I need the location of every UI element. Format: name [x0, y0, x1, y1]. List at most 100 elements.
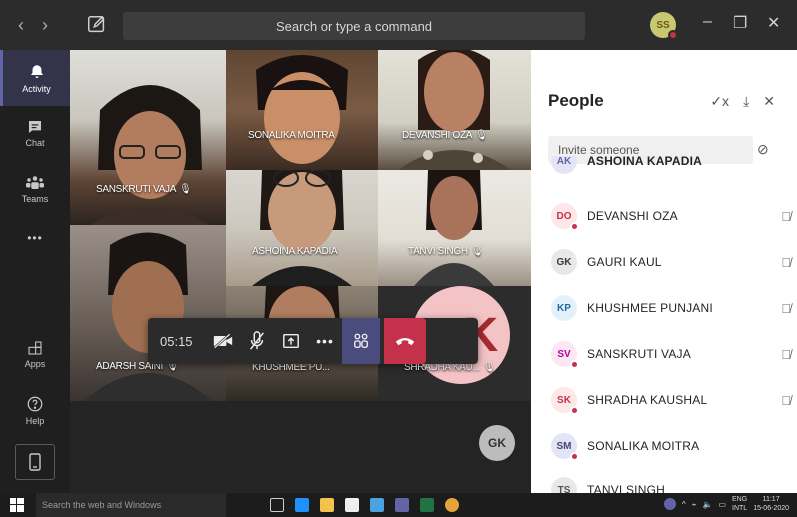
avatar-initials: TS	[557, 484, 571, 494]
task-view-icon[interactable]	[270, 498, 284, 512]
self-preview-avatar[interactable]: GK	[479, 425, 515, 461]
participant-avatar: KP	[551, 295, 577, 321]
participant-row[interactable]: KP KHUSHMEE PUNJANI 🎙̸	[551, 293, 791, 323]
video-tile-adarsh[interactable]: ADARSH SAINI 🎙	[70, 225, 226, 401]
participant-avatar: SK	[551, 387, 579, 415]
participant-name: DEVANSHI OZA	[587, 209, 678, 223]
teams-taskbar-icon[interactable]	[395, 498, 409, 512]
back-arrow-icon[interactable]: ‹	[18, 15, 24, 36]
camera-toggle-button[interactable]	[206, 318, 240, 364]
video-tile-sonalika[interactable]: SONALIKA MOITRA	[226, 50, 378, 170]
participant-row[interactable]: SV SANSKRUTI VAJA 🎙̸	[551, 339, 791, 369]
teams-tray-icon[interactable]	[663, 498, 676, 510]
participant-row-partial[interactable]: TS TANVI SINGH	[551, 477, 791, 493]
chrome-icon[interactable]	[445, 498, 459, 512]
notification-icon[interactable]: ▭	[718, 500, 726, 509]
photos-icon[interactable]	[370, 498, 384, 512]
close-icon[interactable]: ✕	[767, 13, 780, 33]
hang-up-button[interactable]	[384, 318, 426, 364]
rail-item-activity[interactable]: Activity	[0, 50, 70, 106]
device-button[interactable]	[15, 444, 55, 480]
windows-start-icon[interactable]	[10, 498, 24, 512]
participant-row[interactable]: SM SONALIKA MOITRA	[551, 431, 791, 461]
status-dot	[570, 360, 579, 369]
avatar-initials: SK	[557, 394, 571, 406]
mic-off-icon: 🎙	[179, 184, 192, 195]
rail-item-teams[interactable]: Teams	[0, 161, 70, 217]
participant-name: SANSKRUTI VAJA 🎙	[96, 184, 192, 195]
participant-name: SANSKRUTI VAJA	[587, 347, 691, 361]
search-input[interactable]: Search or type a command	[123, 12, 585, 40]
forward-arrow-icon[interactable]: ›	[42, 15, 48, 36]
taskbar-search[interactable]: Search the web and Windows	[36, 493, 226, 517]
participant-video	[84, 232, 212, 401]
excel-icon[interactable]	[420, 498, 434, 512]
more-icon: •••	[316, 333, 334, 349]
rail-label: Apps	[24, 358, 46, 369]
rail-item-help[interactable]: Help	[0, 382, 70, 438]
participant-row-partial[interactable]: AK ASHOINA KAPADIA	[551, 156, 791, 178]
busy-status-dot	[668, 30, 678, 40]
rail-item-chat[interactable]: Chat	[0, 105, 70, 161]
video-tile-ashoina[interactable]: ASHOINA KAPADIA	[226, 170, 378, 286]
more-actions-button[interactable]: •••	[308, 318, 342, 364]
participant-name: SONALIKA MOITRA	[587, 439, 700, 453]
camera-off-icon	[213, 333, 233, 349]
mic-toggle-button[interactable]	[240, 318, 274, 364]
participant-name: GAURI KAUL	[587, 255, 662, 269]
mic-off-icon: 🎙̸	[781, 300, 791, 316]
participant-avatar: AK	[551, 156, 577, 174]
user-avatar[interactable]: SS	[650, 12, 678, 40]
participant-video	[256, 55, 348, 164]
volume-icon[interactable]: 🔈	[702, 500, 712, 509]
compose-icon[interactable]	[86, 14, 108, 36]
language-indicator[interactable]: ENG INTL	[732, 495, 747, 513]
panel-title: People	[548, 91, 604, 110]
minimize-icon[interactable]: –	[703, 13, 712, 31]
file-explorer-icon[interactable]	[320, 498, 334, 512]
avatar-initials: SM	[556, 440, 572, 452]
mic-off-icon	[250, 331, 264, 350]
participant-name: DEVANSHI OZA 🎙	[402, 130, 488, 141]
rail-item-apps[interactable]: Apps	[0, 326, 70, 382]
maximize-icon[interactable]: ❐	[733, 13, 747, 33]
clock[interactable]: 11:17 15-06-2020	[753, 495, 789, 513]
participant-row[interactable]: SK SHRADHA KAUSHAL 🎙̸	[551, 385, 791, 415]
avatar-initials: AK	[556, 156, 572, 167]
participant-video	[252, 170, 352, 286]
bell-icon	[30, 64, 43, 78]
avatar-initials: DO	[556, 210, 572, 222]
help-icon	[27, 396, 43, 411]
rail-item-more[interactable]: •••	[0, 210, 70, 266]
video-tile-devanshi[interactable]: DEVANSHI OZA 🎙	[378, 50, 531, 170]
mic-off-icon: 🎙	[482, 362, 496, 373]
mute-all-icon[interactable]: ✓x	[710, 93, 729, 110]
download-attendance-icon[interactable]: ⤓	[743, 93, 749, 110]
share-screen-button[interactable]	[274, 318, 308, 364]
video-tile-sanskruti[interactable]: SANSKRUTI VAJA 🎙	[70, 50, 226, 225]
participant-row[interactable]: DO DEVANSHI OZA 🎙̸	[551, 201, 791, 231]
participant-name: ASHOINA KAPADIA	[587, 156, 703, 168]
edge-browser-icon[interactable]	[295, 498, 309, 512]
participant-avatar: SM	[551, 433, 579, 461]
participant-row[interactable]: GK GAURI KAUL 🎙̸	[551, 247, 791, 277]
tray-chevron-icon[interactable]: ^	[682, 500, 686, 509]
video-tile-tanvi[interactable]: TANVI SINGH 🎙	[378, 170, 531, 286]
windows-taskbar: Search the web and Windows ^ ⌁ 🔈 ▭ ENG IN…	[0, 493, 797, 517]
meeting-stage: SANSKRUTI VAJA 🎙 SONALIKA MOITRA DEVANSHI…	[70, 50, 531, 493]
status-dot	[570, 222, 579, 231]
status-dot	[570, 452, 579, 461]
apps-icon	[28, 340, 42, 355]
mic-off-icon: 🎙̸	[781, 392, 791, 408]
chat-icon	[29, 120, 41, 133]
nav-arrows: ‹ ›	[18, 15, 48, 36]
mic-off-icon: 🎙̸	[781, 346, 791, 362]
show-participants-button[interactable]	[342, 318, 380, 364]
network-icon[interactable]: ⌁	[692, 500, 697, 509]
close-panel-icon[interactable]: ✕	[763, 93, 775, 110]
store-icon[interactable]	[345, 498, 359, 512]
title-bar: ‹ › Search or type a command SS – ❐ ✕	[0, 0, 797, 50]
hang-up-icon	[395, 338, 415, 346]
more-icon: •••	[27, 231, 43, 245]
mic-off-icon: 🎙	[470, 246, 484, 257]
